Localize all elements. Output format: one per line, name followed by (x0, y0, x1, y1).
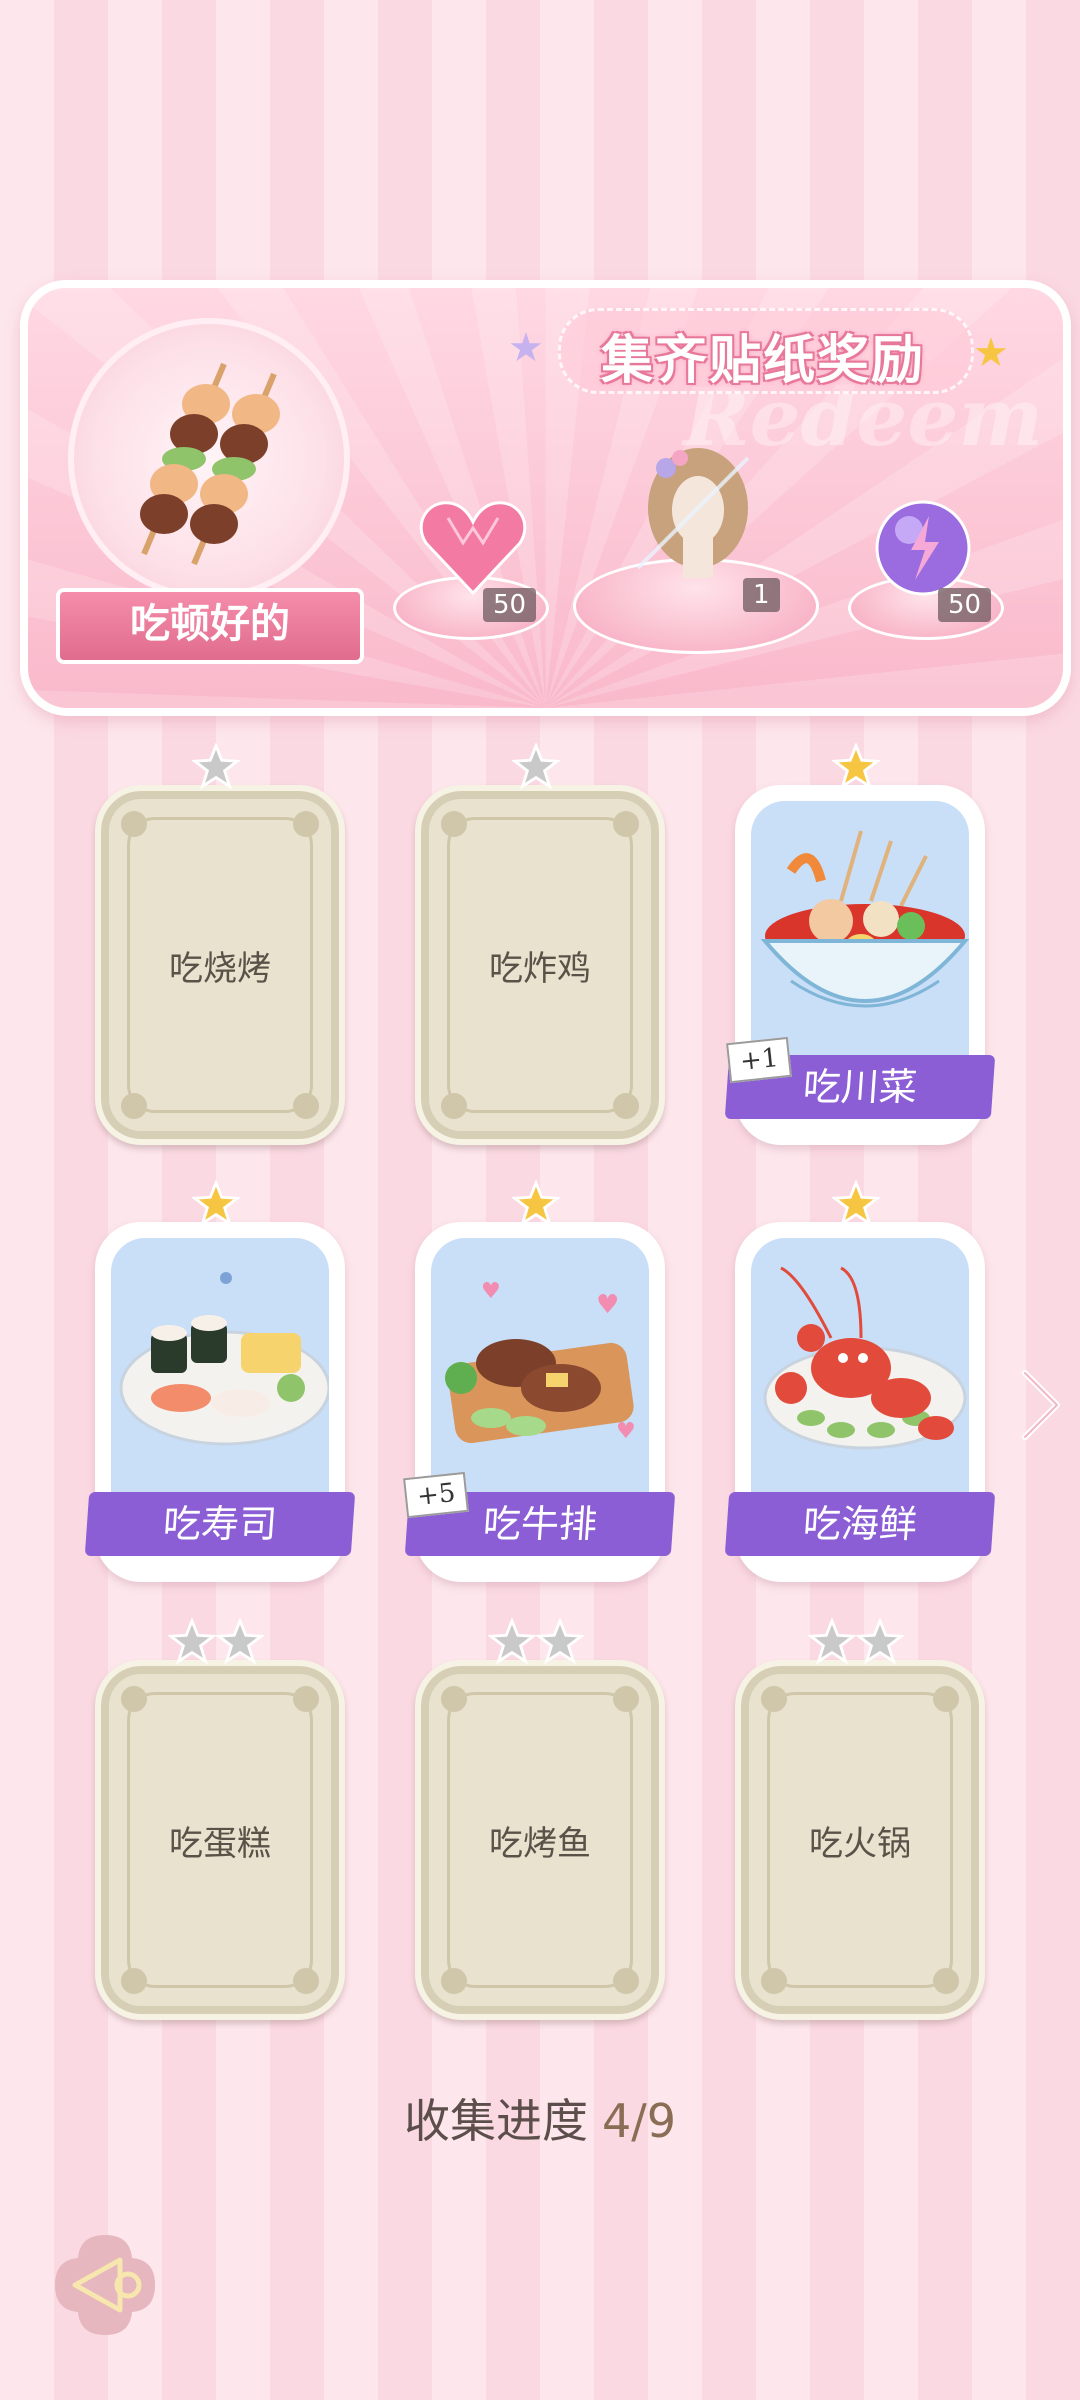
silver-star-icon (512, 743, 560, 790)
bonus-tag: +5 (403, 1471, 470, 1519)
sticker-card-grilled-fish[interactable]: 吃烤鱼 (415, 1660, 665, 2020)
silver-star-icon (856, 1618, 904, 1665)
collection-progress: 收集进度 4/9 (0, 2085, 1080, 2151)
card-label: 吃炸鸡 (489, 948, 591, 989)
silver-star-icon (192, 743, 240, 790)
sticker-card-sushi[interactable]: 吃寿司 (84, 1222, 356, 1582)
silver-star-icon (168, 1618, 216, 1665)
sticker-card-steak[interactable]: ♥ ♥ ♥ 吃牛排 (404, 1222, 676, 1582)
bbq-skewer-icon (140, 362, 280, 566)
silver-star-icon (536, 1618, 584, 1665)
outfit-hair-icon[interactable] (628, 438, 768, 588)
purple-star-icon: ★ (508, 325, 544, 371)
purple-energy-orb-icon[interactable] (871, 498, 976, 598)
sticker-card-sichuan[interactable]: 吃川菜 (724, 785, 996, 1145)
back-arrow-icon[interactable] (50, 2230, 160, 2340)
sticker-card-bbq[interactable]: 吃烧烤 (95, 785, 345, 1145)
sushi-plate-icon (119, 1272, 329, 1446)
sticker-reward-banner: Redeem 集齐贴纸奖励 ★ ★ 吃顿好的 50 1 50 (20, 280, 1071, 716)
sticker-name: 吃顿好的 (130, 601, 290, 647)
sticker-card-hotpot[interactable]: 吃火锅 (735, 1660, 985, 2020)
svg-text:♥: ♥ (596, 1290, 619, 1320)
gold-star-icon (832, 1180, 880, 1227)
silver-star-icon (808, 1618, 856, 1665)
sticker-card-fried-chicken[interactable]: 吃炸鸡 (415, 785, 665, 1145)
silver-star-icon (488, 1618, 536, 1665)
gold-star-icon (192, 1180, 240, 1227)
spicy-bowl-icon (760, 830, 969, 1008)
progress-label: 收集进度 (403, 2094, 588, 2148)
svg-text:♥: ♥ (616, 1419, 636, 1444)
sticker-card-seafood[interactable]: 吃海鲜 (724, 1222, 996, 1582)
card-label: 吃烧烤 (169, 948, 271, 989)
progress-value: 4/9 (601, 2094, 677, 2148)
card-label: 吃寿司 (84, 1492, 356, 1556)
chevron-right-icon[interactable] (1015, 1365, 1065, 1445)
card-label: 吃海鲜 (724, 1492, 996, 1556)
silver-star-icon (216, 1618, 264, 1665)
gold-star-icon: ★ (973, 330, 1009, 376)
card-label: 吃火锅 (809, 1823, 911, 1864)
reward-count: 50 (938, 588, 992, 622)
sticker-card-cake[interactable]: 吃蛋糕 (95, 1660, 345, 2020)
card-label: 吃蛋糕 (169, 1823, 271, 1864)
pink-heart-gem-icon[interactable] (418, 498, 528, 598)
reward-count: 50 (483, 588, 537, 622)
lobster-plate-icon (763, 1266, 967, 1450)
steak-board-icon: ♥ ♥ ♥ (445, 1279, 636, 1444)
banner-title: 集齐贴纸奖励 (600, 331, 925, 391)
sticker-medallion[interactable] (68, 318, 350, 600)
sticker-name-ribbon: 吃顿好的 (56, 588, 364, 664)
bonus-tag: +1 (726, 1036, 793, 1084)
gold-star-icon (512, 1180, 560, 1227)
svg-text:♥: ♥ (481, 1279, 501, 1304)
gold-star-icon (832, 743, 880, 790)
reward-count: 1 (743, 578, 780, 612)
card-label: 吃烤鱼 (489, 1823, 591, 1864)
